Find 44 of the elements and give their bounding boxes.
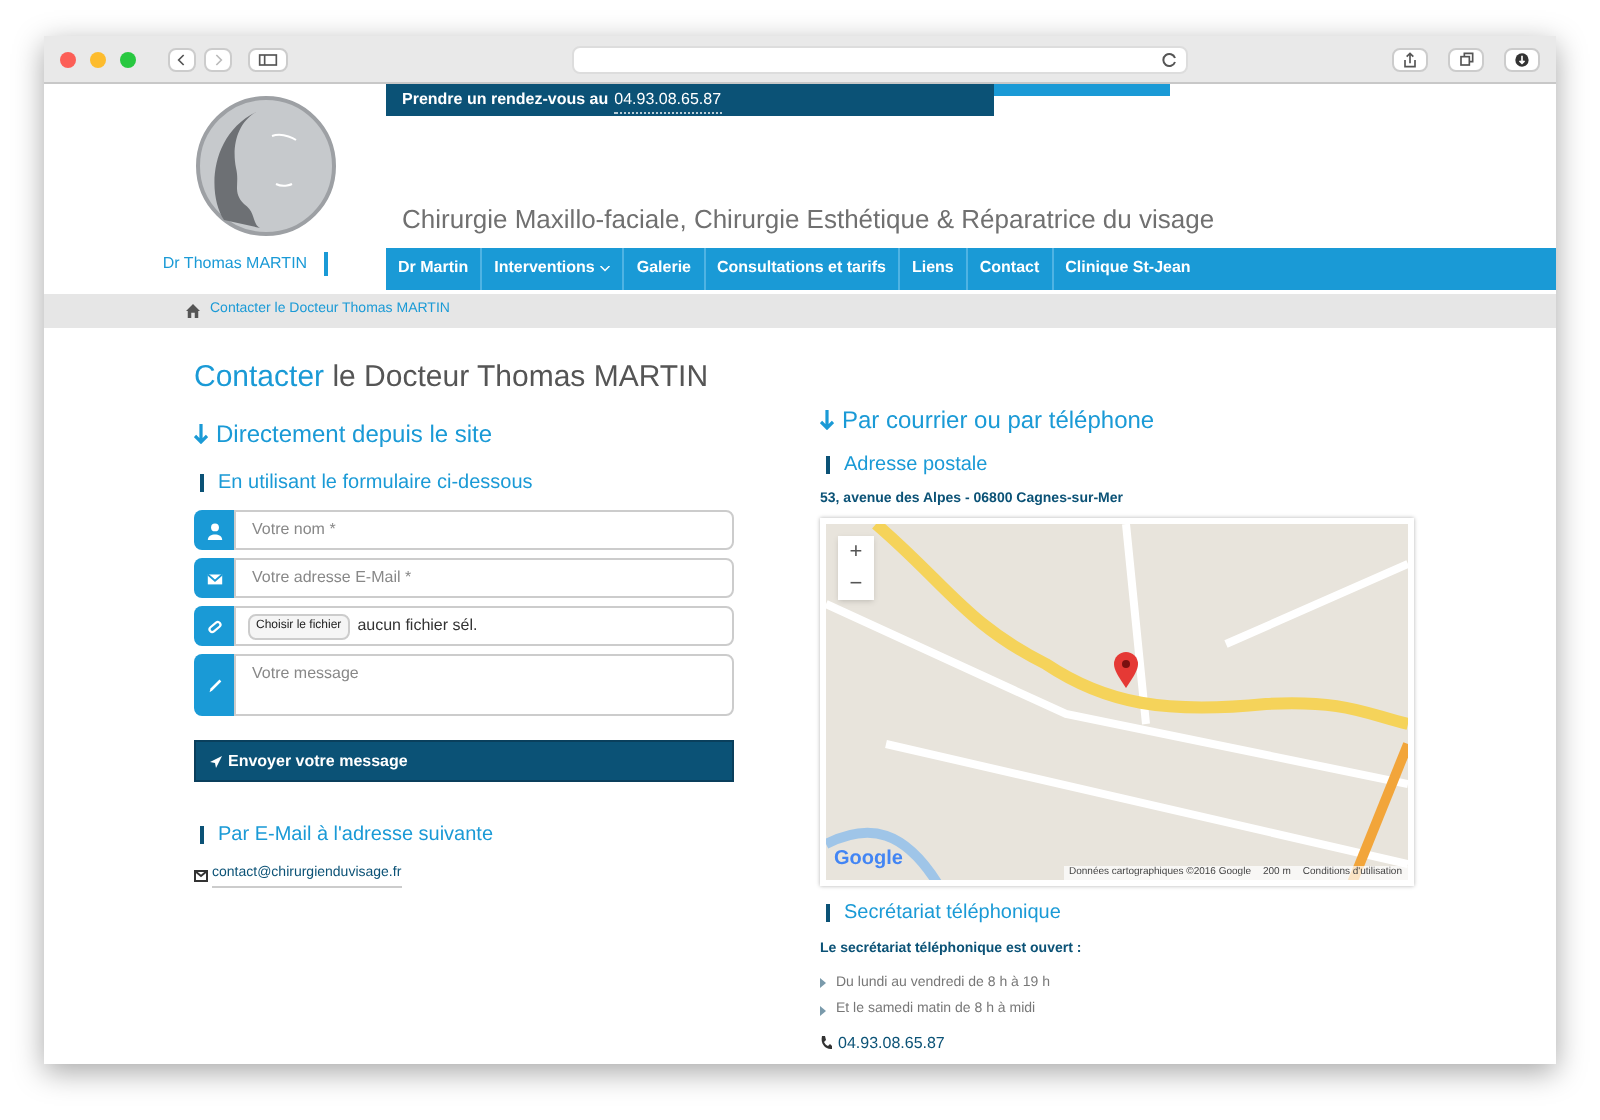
tagline: Chirurgie Maxillo-faciale, Chirurgie Esthétique & Réparatrice du visage: [402, 202, 1217, 238]
share-icon[interactable]: [1392, 47, 1428, 71]
paperclip-icon: [205, 617, 223, 635]
send-icon: [210, 755, 222, 767]
down-arrow-icon: [194, 424, 208, 444]
home-icon[interactable]: [186, 303, 200, 317]
send-message-button[interactable]: Envoyer votre message: [194, 740, 734, 782]
text-input[interactable]: Votre nom *: [234, 510, 734, 550]
subsection-heading: Adresse postale: [844, 451, 988, 479]
bar-marker-icon: [200, 826, 204, 844]
face-logo-icon: [195, 96, 335, 236]
file-status: aucun fichier sél.: [357, 614, 478, 638]
phone-icon: [820, 1036, 832, 1050]
sidebar-icon[interactable]: [248, 47, 288, 71]
subsection-heading: Par E-Mail à l'adresse suivante: [218, 822, 494, 850]
tabs-icon[interactable]: [1448, 47, 1484, 71]
section-heading: Par courrier ou par téléphone: [842, 403, 1155, 437]
bullet-icon: [820, 978, 826, 989]
map-logo: Google: [834, 846, 903, 874]
bar-marker-icon: [200, 474, 204, 492]
pencil-icon: [205, 676, 223, 694]
envelope-icon: [194, 869, 208, 882]
back-icon[interactable]: [168, 47, 196, 71]
caret-icon: [600, 265, 611, 271]
bullet-icon: [820, 1005, 826, 1016]
zoom-in-button[interactable]: +: [838, 536, 874, 568]
page-heading: Contacter le Docteur Thomas MARTIN: [194, 357, 711, 397]
reload-icon[interactable]: [1162, 51, 1178, 67]
download-icon[interactable]: [1504, 47, 1540, 71]
appointment-text: Prendre un rendez-vous au: [402, 88, 609, 112]
text-input[interactable]: Votre adresse E-Mail *: [234, 558, 734, 598]
close-window-icon[interactable]: [60, 51, 76, 67]
phone-link[interactable]: 04.93.08.65.87: [614, 87, 722, 113]
bar-marker-icon: [826, 455, 830, 473]
message-input[interactable]: Votre message: [234, 654, 734, 716]
zoom-out-button[interactable]: −: [838, 568, 874, 600]
subsection-heading: Secrétariat téléphonique: [844, 900, 1061, 928]
person-icon: [205, 521, 223, 539]
phone-link[interactable]: 04.93.08.65.87: [838, 1031, 945, 1055]
subsection-heading: En utilisant le formulaire ci-dessous: [218, 470, 533, 498]
section-heading: Directement depuis le site: [216, 418, 493, 452]
down-arrow-icon: [820, 409, 834, 429]
bar-marker-icon: [826, 904, 830, 922]
envelope-icon: [205, 569, 223, 587]
